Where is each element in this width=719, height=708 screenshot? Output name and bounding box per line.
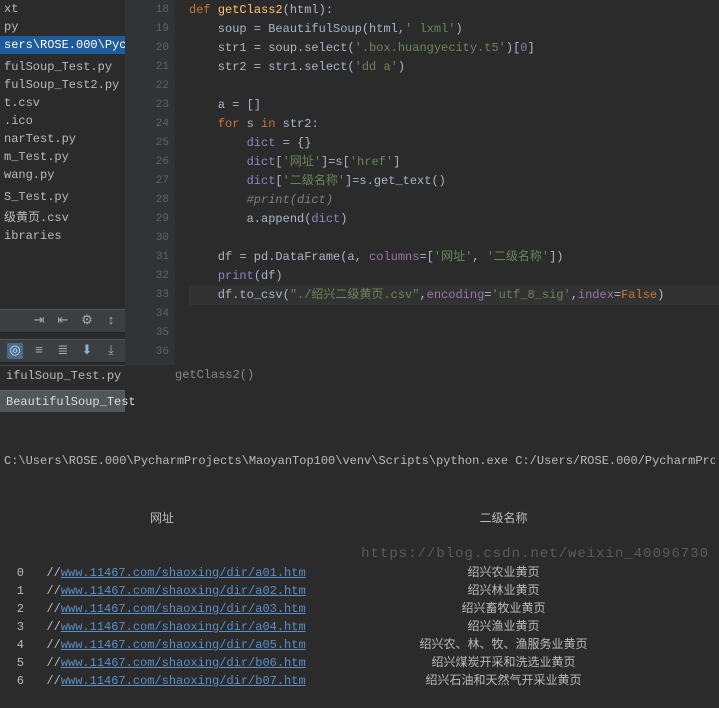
code-line[interactable] [189,229,719,248]
code-line[interactable]: soup = BeautifulSoup(html,' lxml') [189,20,719,39]
line-number: 34 [125,305,169,324]
tree-item[interactable]: wang.py [0,166,125,184]
line-number: 33 [125,286,169,305]
tree-item[interactable]: fulSoup_Test.py [0,58,125,76]
settings-icon[interactable]: ⚙ [79,313,95,329]
output-link[interactable]: www.11467.com/shaoxing/dir/a05.htm [61,638,306,652]
line-number: 20 [125,39,169,58]
code-line[interactable] [189,343,719,362]
export-icon[interactable]: ⤓ [103,343,119,359]
code-line[interactable]: str1 = soup.select('.box.huangyecity.t5'… [189,39,719,58]
target-icon[interactable]: ◎ [7,343,23,359]
tree-toolbar-1: ⇥ ⇤ ⚙ ↕ [0,309,125,333]
indent-icon[interactable]: ⇥ [31,313,47,329]
line-number: 22 [125,77,169,96]
run-tab-label: BeautifulSoup_Test [6,395,136,409]
output-link[interactable]: www.11467.com/shaoxing/dir/b06.htm [61,656,306,670]
tree-item[interactable]: ibraries [0,227,125,245]
code-line[interactable]: a.append(dict) [189,210,719,229]
tree-item[interactable]: S_Test.py [0,188,125,206]
code-line[interactable]: def getClass2(html): [189,1,719,20]
code-line[interactable]: str2 = str1.select('dd a') [189,58,719,77]
line-number: 36 [125,343,169,362]
code-line[interactable]: dict = {} [189,134,719,153]
code-area[interactable]: def getClass2(html): soup = BeautifulSou… [175,0,719,365]
line-number: 29 [125,210,169,229]
code-line[interactable]: df.to_csv("./绍兴二级黄页.csv",encoding='utf_8… [189,286,719,305]
tree-item[interactable]: .ico [0,112,125,130]
run-console[interactable]: C:\Users\ROSE.000\PycharmProjects\Maoyan… [0,412,719,582]
line-gutter: 18192021222324252627282930313233343536 [125,0,175,365]
output-link[interactable]: www.11467.com/shaoxing/dir/a02.htm [61,584,306,598]
tree-item[interactable]: m_Test.py [0,148,125,166]
line-number: 35 [125,324,169,343]
breadcrumb[interactable]: getClass2() [175,368,254,382]
line-number: 19 [125,20,169,39]
code-line[interactable]: print(df) [189,267,719,286]
console-command: C:\Users\ROSE.000\PycharmProjects\Maoyan… [4,452,715,470]
tree-item[interactable]: xt [0,0,125,18]
output-link[interactable]: www.11467.com/shaoxing/dir/a04.htm [61,620,306,634]
line-number: 27 [125,172,169,191]
code-line[interactable]: a = [] [189,96,719,115]
tree-item[interactable]: py [0,18,125,36]
line-number: 30 [125,229,169,248]
tree-item[interactable]: narTest.py [0,130,125,148]
output-row: 2 //www.11467.com/shaoxing/dir/a03.htm绍兴… [4,600,715,618]
output-row: 3 //www.11467.com/shaoxing/dir/a04.htm绍兴… [4,618,715,636]
line-number: 32 [125,267,169,286]
output-link[interactable]: www.11467.com/shaoxing/dir/b07.htm [61,674,306,688]
code-line[interactable]: dict['网址']=s['href'] [189,153,719,172]
code-line[interactable] [189,305,719,324]
code-line[interactable]: df = pd.DataFrame(a, columns=['网址', '二级名… [189,248,719,267]
code-editor[interactable]: 18192021222324252627282930313233343536 d… [125,0,719,365]
output-row: 4 //www.11467.com/shaoxing/dir/a05.htm绍兴… [4,636,715,654]
expand-icon[interactable]: ≡ [31,343,47,359]
output-row: 6 //www.11467.com/shaoxing/dir/b07.htm绍兴… [4,672,715,690]
col-name: 二级名称 [292,510,715,528]
line-number: 21 [125,58,169,77]
line-number: 25 [125,134,169,153]
output-link[interactable]: www.11467.com/shaoxing/dir/a01.htm [61,566,306,580]
code-line[interactable] [189,324,719,343]
line-number: 18 [125,1,169,20]
tree-item[interactable]: t.csv [0,94,125,112]
output-row: 0 //www.11467.com/shaoxing/dir/a01.htm绍兴… [4,564,715,582]
output-row: 5 //www.11467.com/shaoxing/dir/b06.htm绍兴… [4,654,715,672]
line-number: 26 [125,153,169,172]
tree-item[interactable]: sers\ROSE.000\Pychar [0,36,125,54]
line-number: 24 [125,115,169,134]
code-line[interactable]: #print(dict) [189,191,719,210]
sort-icon[interactable]: ↕ [103,313,119,329]
download-icon[interactable]: ⬇ [79,343,95,359]
code-line[interactable]: for s in str2: [189,115,719,134]
output-row: 1 //www.11467.com/shaoxing/dir/a02.htm绍兴… [4,582,715,600]
tree-item[interactable]: fulSoup_Test2.py [0,76,125,94]
line-number: 31 [125,248,169,267]
line-number: 28 [125,191,169,210]
tree-toolbar-2: ◎ ≡ ≣ ⬇ ⤓ [0,339,125,363]
line-number: 23 [125,96,169,115]
dedent-icon[interactable]: ⇤ [55,313,71,329]
current-file-label: ifulSoup_Test.py [0,365,125,386]
output-link[interactable]: www.11467.com/shaoxing/dir/a03.htm [61,602,306,616]
code-line[interactable] [189,77,719,96]
output-header: 网址 二级名称 [4,510,715,528]
collapse-icon[interactable]: ≣ [55,343,71,359]
col-url: 网址 [32,510,292,528]
code-line[interactable]: dict['二级名称']=s.get_text() [189,172,719,191]
tree-item[interactable]: 级黄页.csv [0,206,125,227]
